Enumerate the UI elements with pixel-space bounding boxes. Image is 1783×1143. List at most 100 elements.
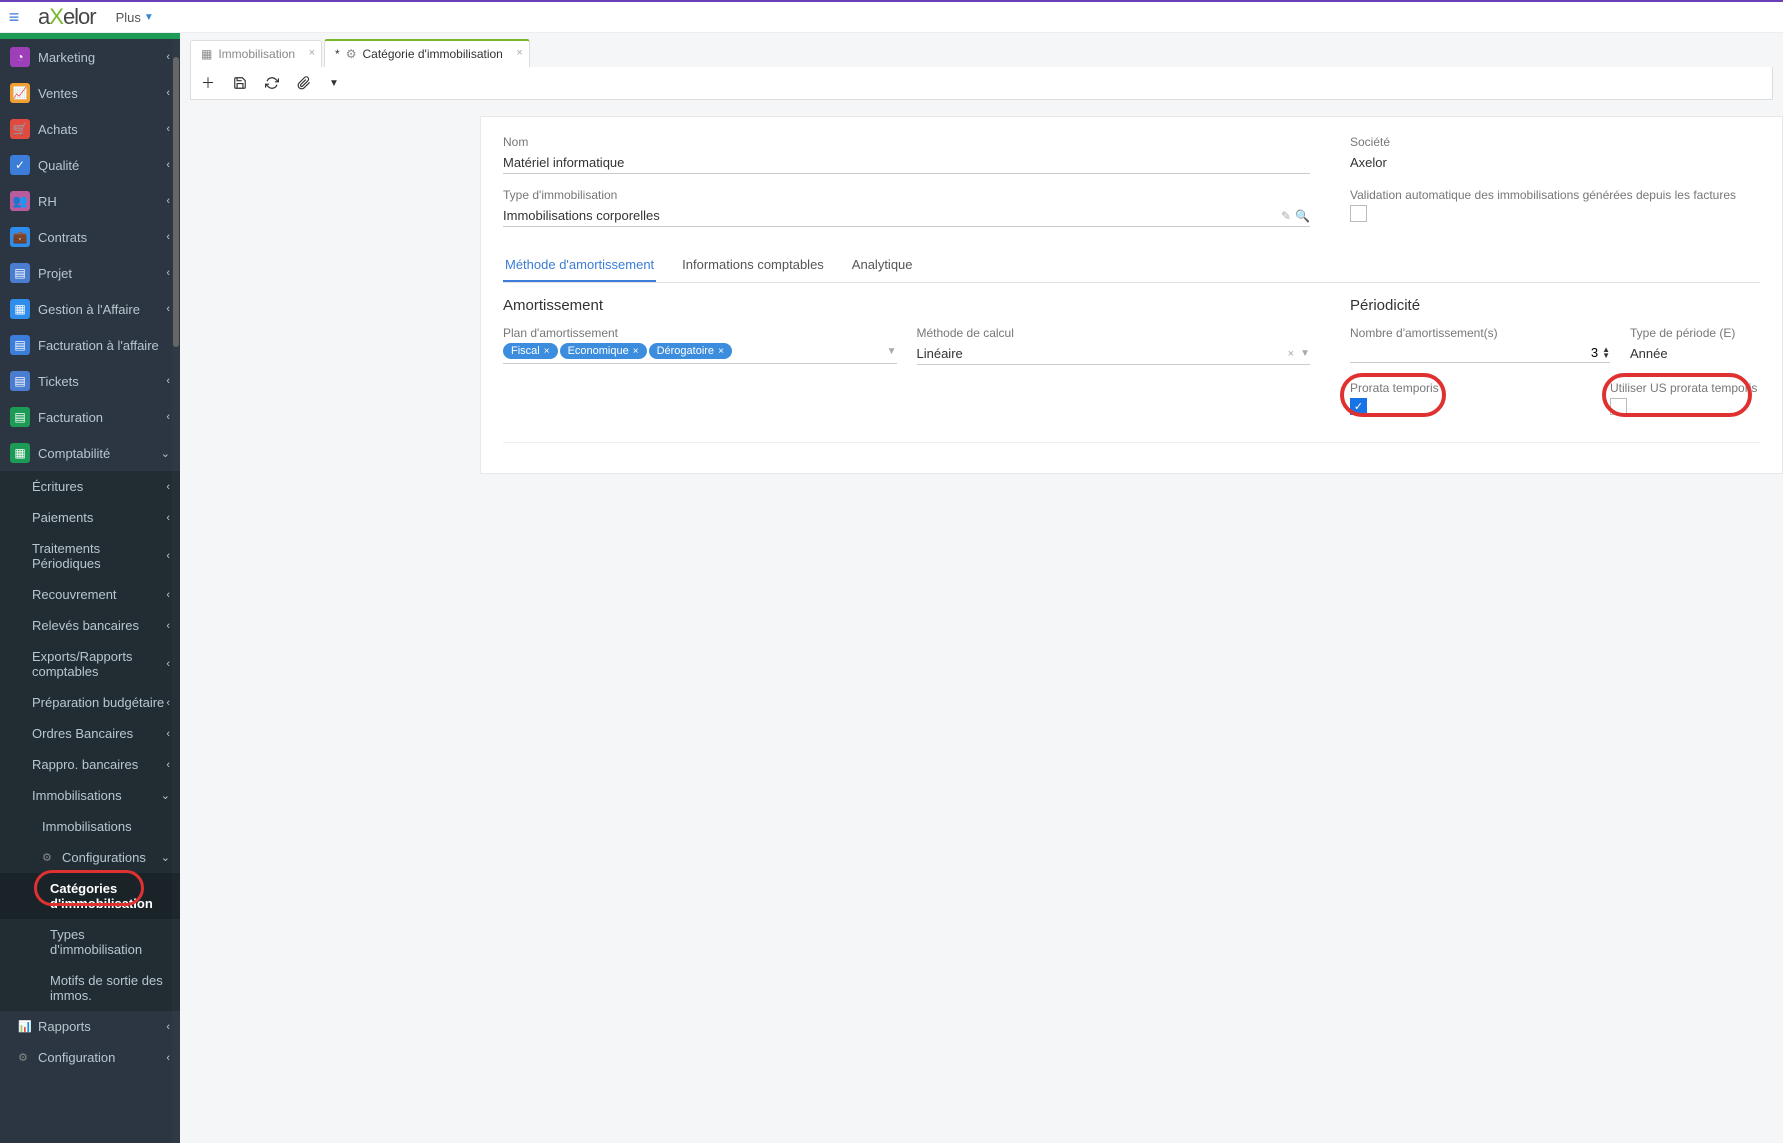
edit-icon[interactable]: ✎ bbox=[1281, 209, 1291, 223]
sidebar-item-rh[interactable]: 👥 RH ‹ bbox=[0, 183, 180, 219]
sales-icon: 📈 bbox=[10, 83, 30, 103]
sidebar-item-traitements[interactable]: Traitements Périodiques‹ bbox=[0, 533, 180, 579]
sidebar-item-facturation-affaire[interactable]: ▤ Facturation à l'affaire bbox=[0, 327, 180, 363]
close-icon[interactable]: × bbox=[544, 346, 550, 357]
tab-categorie-immob[interactable]: * ⚙ Catégorie d'immobilisation × bbox=[324, 39, 530, 67]
type-field[interactable]: Immobilisations corporelles ✎ 🔍 bbox=[503, 205, 1310, 227]
sidebar-item-budget[interactable]: Préparation budgétaire‹ bbox=[0, 687, 180, 718]
chevron-left-icon: ‹ bbox=[166, 375, 170, 387]
plus-menu[interactable]: Plus▼ bbox=[116, 10, 154, 25]
sidebar-item-configurations[interactable]: ⚙ Configurations ⌄ bbox=[0, 842, 180, 873]
sidebar-scrollbar[interactable] bbox=[172, 33, 180, 1143]
chart-icon: 📊 bbox=[18, 1020, 32, 1033]
more-menu[interactable]: ▼ bbox=[329, 78, 339, 89]
chevron-left-icon: ‹ bbox=[166, 759, 170, 771]
checkbox-prorata[interactable]: ✓ bbox=[1350, 398, 1367, 415]
chevron-left-icon: ‹ bbox=[166, 267, 170, 279]
sidebar-item-projet[interactable]: ▤ Projet ‹ bbox=[0, 255, 180, 291]
chevron-left-icon: ‹ bbox=[166, 1052, 170, 1064]
form-card: Nom Matériel informatique Type d'immobil… bbox=[480, 116, 1783, 474]
sidebar-item-comptabilite[interactable]: ▦ Comptabilité ⌄ bbox=[0, 435, 180, 471]
sidebar-item-ordres[interactable]: Ordres Bancaires‹ bbox=[0, 718, 180, 749]
chevron-down-icon: ▼ bbox=[144, 12, 154, 23]
chevron-left-icon: ‹ bbox=[166, 728, 170, 740]
checkbox-us-prorata[interactable] bbox=[1610, 398, 1627, 415]
company-value: Axelor bbox=[1350, 152, 1760, 174]
sidebar-item-rappro[interactable]: Rappro. bancaires‹ bbox=[0, 749, 180, 780]
sidebar-item-tickets[interactable]: ▤ Tickets ‹ bbox=[0, 363, 180, 399]
field-label-nom: Nom bbox=[503, 135, 1310, 149]
ticket-icon: ▤ bbox=[10, 371, 30, 391]
sidebar-item-rapports[interactable]: 📊 Rapports ‹ bbox=[0, 1011, 180, 1042]
tab-immobilisation[interactable]: ▦ Immobilisation × bbox=[190, 40, 322, 67]
tab-bar: ▦ Immobilisation × * ⚙ Catégorie d'immob… bbox=[180, 33, 1783, 67]
tag-fiscal[interactable]: Fiscal× bbox=[503, 343, 558, 359]
sidebar-item-ventes[interactable]: 📈 Ventes ‹ bbox=[0, 75, 180, 111]
chevron-down-icon[interactable]: ▼ bbox=[887, 346, 897, 357]
sidebar-item-paiements[interactable]: Paiements‹ bbox=[0, 502, 180, 533]
chevron-left-icon: ‹ bbox=[166, 231, 170, 243]
plan-field[interactable]: Fiscal× Economique× Dérogatoire× ▼ bbox=[503, 343, 897, 364]
save-button[interactable] bbox=[233, 76, 247, 90]
logo[interactable]: aXelor bbox=[28, 4, 106, 30]
sidebar-item-ecritures[interactable]: Écritures‹ bbox=[0, 471, 180, 502]
checkbox-autovalid[interactable] bbox=[1350, 205, 1367, 222]
section-amortissement: Amortissement bbox=[503, 297, 1310, 314]
sidebar-item-types-immob[interactable]: Types d'immobilisation bbox=[0, 919, 180, 965]
field-label-usprorata: Utiliser US prorata temporis bbox=[1610, 381, 1760, 395]
chevron-left-icon: ‹ bbox=[166, 481, 170, 493]
cart-icon: 🛒 bbox=[10, 119, 30, 139]
close-icon[interactable]: × bbox=[309, 47, 315, 59]
business-icon: ▦ bbox=[10, 299, 30, 319]
menu-toggle-icon[interactable]: ≡ bbox=[0, 7, 28, 28]
invoice-business-icon: ▤ bbox=[10, 335, 30, 355]
close-icon[interactable]: × bbox=[516, 47, 522, 59]
sidebar-item-marketing[interactable]: ◔ Marketing ‹ bbox=[0, 39, 180, 75]
calc-field[interactable]: Linéaire × ▼ bbox=[917, 343, 1311, 365]
chevron-left-icon: ‹ bbox=[166, 550, 170, 562]
tag-derogatoire[interactable]: Dérogatoire× bbox=[649, 343, 732, 359]
close-icon[interactable]: × bbox=[633, 346, 639, 357]
tab-infos-comptables[interactable]: Informations comptables bbox=[680, 249, 826, 282]
refresh-button[interactable] bbox=[265, 76, 279, 90]
typeper-value: Année bbox=[1630, 343, 1760, 365]
tab-methode-amort[interactable]: Méthode d'amortissement bbox=[503, 249, 656, 282]
sidebar-item-gestion-affaire[interactable]: ▦ Gestion à l'Affaire ‹ bbox=[0, 291, 180, 327]
new-button[interactable]: ＋ bbox=[201, 73, 215, 93]
people-icon: 👥 bbox=[10, 191, 30, 211]
sidebar-item-facturation[interactable]: ▤ Facturation ‹ bbox=[0, 399, 180, 435]
sidebar-item-contrats[interactable]: 💼 Contrats ‹ bbox=[0, 219, 180, 255]
sidebar-item-immob-link[interactable]: Immobilisations bbox=[0, 811, 180, 842]
chevron-left-icon: ‹ bbox=[166, 87, 170, 99]
sidebar-item-qualite[interactable]: ✓ Qualité ‹ bbox=[0, 147, 180, 183]
inner-tabs: Méthode d'amortissement Informations com… bbox=[503, 249, 1760, 283]
chevron-left-icon: ‹ bbox=[166, 303, 170, 315]
sidebar-item-recouvrement[interactable]: Recouvrement‹ bbox=[0, 579, 180, 610]
spinner-icon[interactable]: ▲▼ bbox=[1602, 347, 1610, 359]
invoice-icon: ▤ bbox=[10, 407, 30, 427]
accounting-icon: ▦ bbox=[10, 443, 30, 463]
chevron-left-icon: ‹ bbox=[166, 51, 170, 63]
sidebar-item-motifs-sortie[interactable]: Motifs de sortie des immos. bbox=[0, 965, 180, 1011]
attach-button[interactable] bbox=[297, 76, 311, 90]
sidebar-item-immobilisations[interactable]: Immobilisations⌄ bbox=[0, 780, 180, 811]
nbamort-field[interactable]: ▲▼ bbox=[1350, 343, 1610, 363]
gear-icon: ⚙ bbox=[18, 1051, 32, 1064]
close-icon[interactable]: × bbox=[718, 346, 724, 357]
tab-analytique[interactable]: Analytique bbox=[850, 249, 915, 282]
sidebar-item-configuration[interactable]: ⚙ Configuration ‹ bbox=[0, 1042, 180, 1073]
nbamort-input[interactable] bbox=[1350, 345, 1598, 360]
sidebar: ◔ Marketing ‹ 📈 Ventes ‹ 🛒 Achats ‹ ✓ Qu… bbox=[0, 33, 180, 1143]
chevron-down-icon[interactable]: ▼ bbox=[1300, 348, 1310, 359]
name-field[interactable]: Matériel informatique bbox=[503, 152, 1310, 174]
sidebar-item-categories-immob[interactable]: Catégories d'immobilisation bbox=[0, 873, 180, 919]
sidebar-item-exports[interactable]: Exports/Rapports comptables‹ bbox=[0, 641, 180, 687]
sidebar-item-achats[interactable]: 🛒 Achats ‹ bbox=[0, 111, 180, 147]
field-label-prorata: Prorata temporis bbox=[1350, 381, 1590, 395]
search-icon[interactable]: 🔍 bbox=[1295, 209, 1310, 223]
chevron-left-icon: ‹ bbox=[166, 620, 170, 632]
close-icon[interactable]: × bbox=[1288, 348, 1294, 360]
list-icon: ▦ bbox=[201, 47, 212, 61]
sidebar-item-releves[interactable]: Relevés bancaires‹ bbox=[0, 610, 180, 641]
tag-economique[interactable]: Economique× bbox=[560, 343, 647, 359]
